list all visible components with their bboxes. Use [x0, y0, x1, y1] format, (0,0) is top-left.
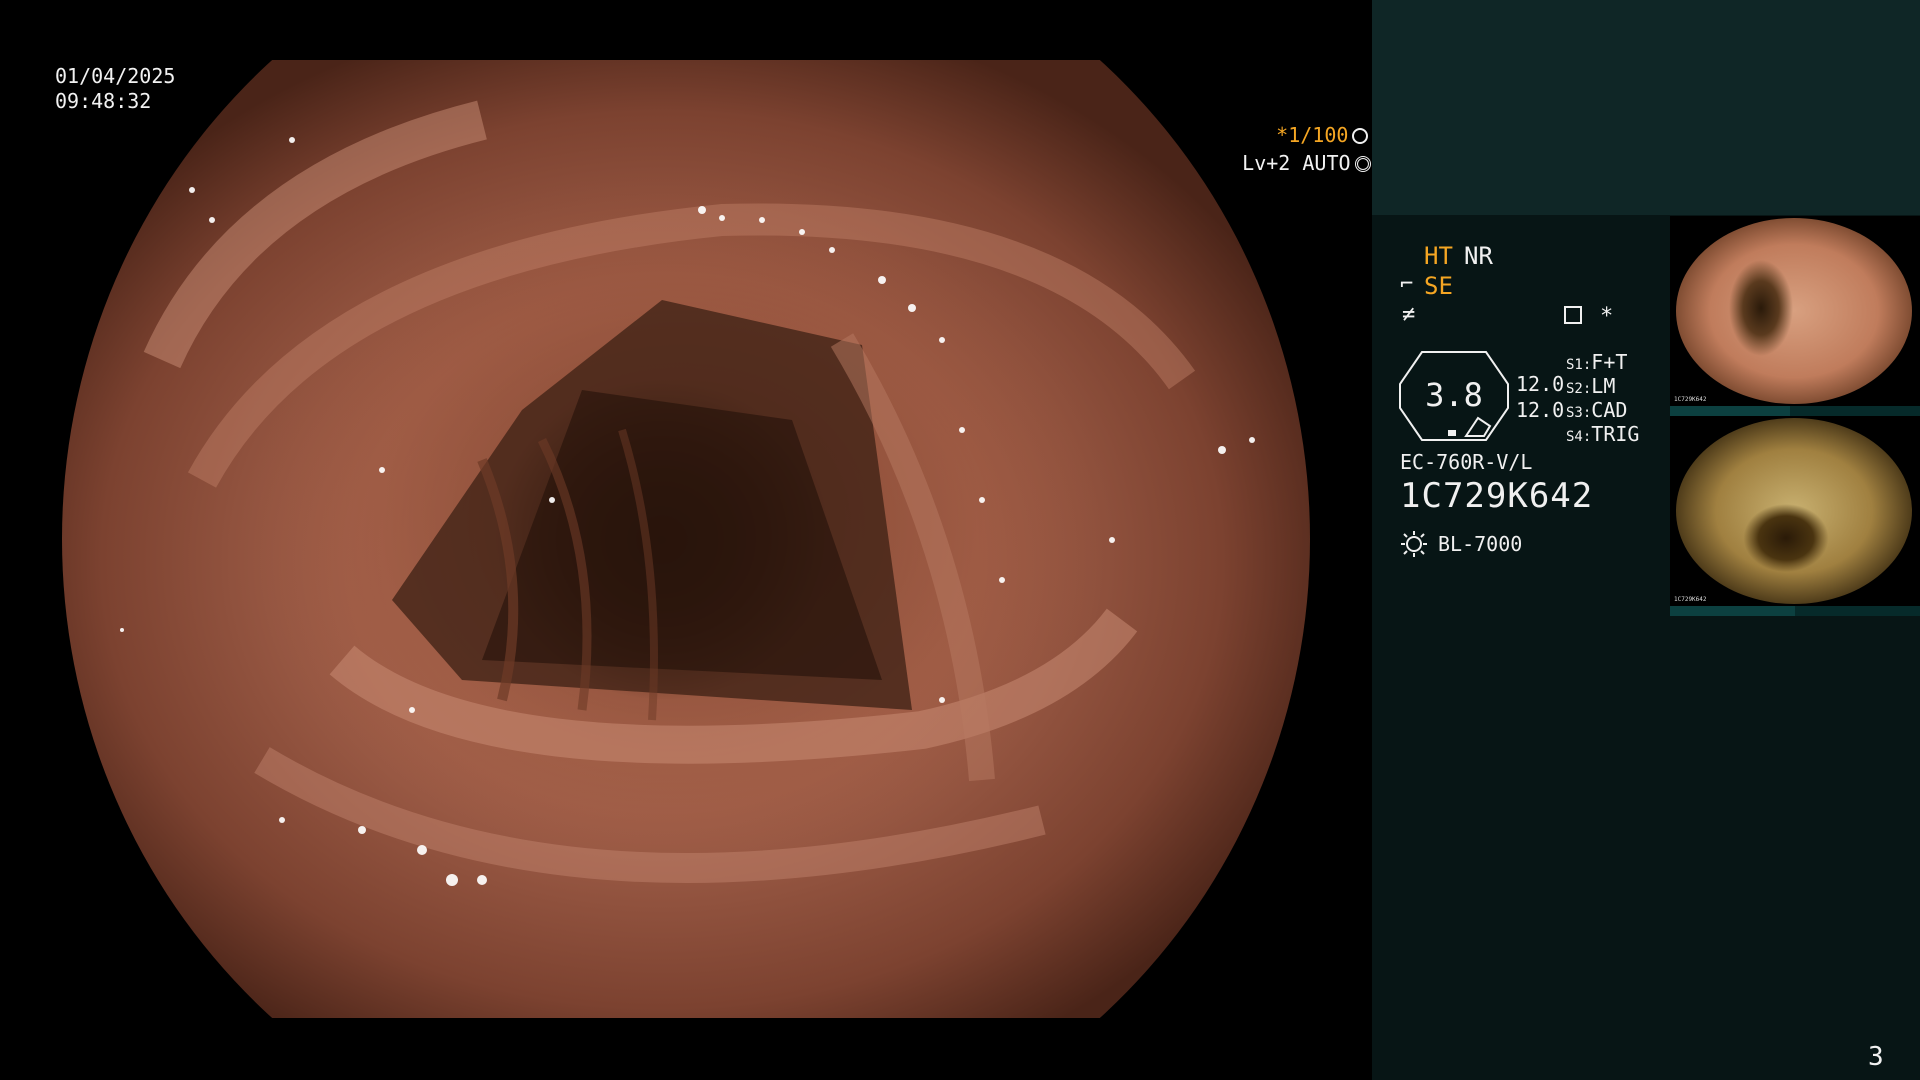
gear-icon	[1354, 156, 1371, 172]
s4-setting: S4:TRIG	[1566, 422, 1639, 446]
light-mode: BL-7000	[1438, 532, 1523, 556]
page-number: 3	[1868, 1042, 1884, 1072]
main-endoscope-view: 01/04/2025 09:48:32 *1/100 Lv+2 AUTO	[0, 0, 1372, 1080]
date-time-display: 01/04/2025 09:48:32	[55, 64, 175, 114]
scope-icon: ⌐	[1400, 272, 1414, 297]
s2-value: LM	[1591, 374, 1616, 398]
s1-key: S1:	[1566, 357, 1592, 373]
time-text: 09:48:32	[55, 89, 152, 113]
s2-setting: S2:LM	[1566, 374, 1615, 398]
zoom-value: 3.8	[1425, 376, 1483, 414]
enhancement-text: Lv+2 AUTO	[1242, 151, 1351, 175]
s3-key: S3:	[1566, 405, 1592, 421]
scope-serial: 1C729K642	[1400, 476, 1594, 516]
s2-key: S2:	[1566, 381, 1592, 397]
s1-setting: S1:F+T	[1566, 350, 1627, 374]
menu-list-icon	[1564, 306, 1582, 324]
thumbnail-capture-1[interactable]: 1C729K642 2	[1670, 216, 1920, 416]
s4-value: TRIG	[1591, 422, 1640, 446]
s3-value: CAD	[1591, 398, 1628, 422]
s4-key: S4:	[1566, 429, 1592, 445]
not-equal-icon: ≠	[1402, 302, 1416, 327]
s3-setting: S3:CAD	[1566, 398, 1627, 422]
thumbnail-capture-2[interactable]: 1C729K642 1	[1670, 416, 1920, 616]
thumbnail-image	[1676, 418, 1912, 604]
value-2: 12.0	[1516, 398, 1565, 422]
right-top-panel	[1372, 0, 1920, 215]
thumbnail-serial: 1C729K642	[1674, 596, 1707, 603]
nr-indicator: NR	[1464, 242, 1493, 270]
asterisk-indicator: *	[1600, 304, 1614, 329]
thumbnail-bar	[1670, 406, 1920, 416]
se-indicator: SE	[1424, 272, 1453, 300]
thumbnail-bar	[1670, 606, 1920, 616]
date-text: 01/04/2025	[55, 64, 176, 88]
value-1: 12.0	[1516, 372, 1565, 396]
light-source-icon	[1400, 530, 1428, 558]
zoom-indicator: 3.8	[1398, 350, 1510, 442]
s1-value: F+T	[1591, 350, 1628, 374]
enhancement-display: Lv+2 AUTO	[1194, 126, 1371, 201]
scope-model: EC-760R-V/L	[1400, 450, 1533, 474]
thumbnail-image	[1676, 218, 1912, 404]
thumbnail-serial: 1C729K642	[1674, 396, 1707, 403]
ht-indicator: HT	[1424, 242, 1453, 270]
endoscope-image	[62, 60, 1310, 1018]
mucosa-folds-graphic	[120, 100, 1255, 886]
